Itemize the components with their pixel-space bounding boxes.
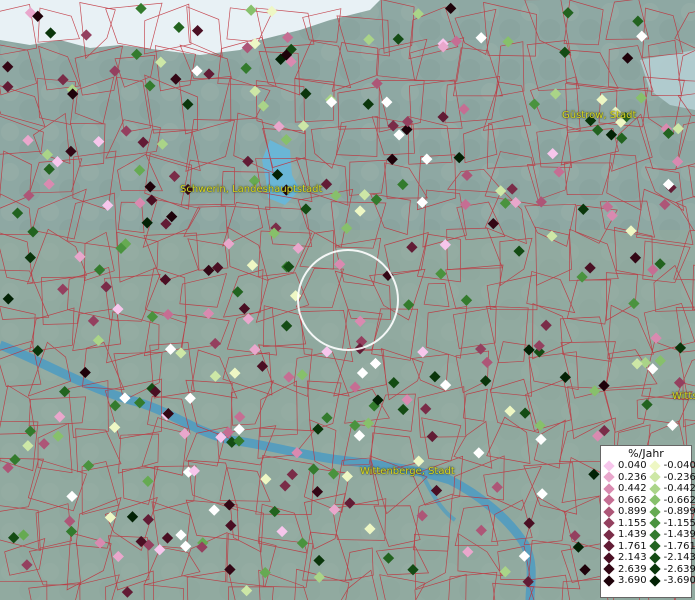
legend-value: -0.899 [663, 506, 695, 518]
legend-item: 2.143 [601, 552, 647, 564]
legend-swatch [648, 483, 661, 495]
map-canvas[interactable] [0, 0, 695, 600]
legend-swatch [603, 471, 615, 483]
legend-value: -0.040 [663, 460, 695, 472]
legend-swatch [603, 494, 615, 506]
legend-value: -0.236 [663, 471, 695, 483]
legend-item: 3.690 [601, 575, 647, 587]
legend-swatch [648, 540, 661, 552]
legend-item: 2.639 [601, 563, 647, 576]
legend-swatch [603, 506, 615, 518]
legend-value: -1.439 [663, 529, 695, 541]
legend-item: -1.439 [647, 529, 695, 541]
legend-value: 2.143 [618, 552, 647, 564]
legend-item: 1.155 [601, 517, 647, 530]
legend-item: 0.442 [601, 483, 647, 495]
legend-swatch [648, 460, 661, 472]
legend-swatch [603, 460, 615, 472]
legend-item: -1.761 [647, 540, 695, 553]
legend-swatch [603, 483, 615, 495]
legend-value: -3.690 [663, 575, 695, 587]
legend-value: 3.690 [618, 575, 647, 587]
legend-positive-column: 0.040 0.236 0.442 0.662 0.899 1.155 1.439 1.761… [601, 460, 647, 587]
legend-item: 1.439 [601, 529, 647, 541]
legend-title: %/Jahr [628, 447, 664, 460]
city-label-guestrow: Güstrow, Stadt [562, 110, 637, 121]
legend-value: 0.662 [618, 494, 647, 506]
legend-item: -0.236 [647, 471, 695, 484]
legend-swatch [648, 494, 661, 506]
legend-item: -2.143 [647, 552, 695, 564]
legend-swatch [603, 540, 615, 552]
legend-swatch [648, 529, 661, 541]
legend-swatch [603, 552, 615, 564]
legend-value: -2.639 [663, 563, 695, 575]
legend-swatch [648, 506, 661, 518]
legend-value: -2.143 [663, 552, 695, 564]
city-label-wittenberge: Wittenberge, Stadt [360, 466, 455, 477]
legend-swatch [603, 575, 615, 587]
legend-value: 0.236 [618, 471, 647, 483]
legend-value: 2.639 [618, 563, 647, 575]
legend-item: 1.761 [601, 540, 647, 553]
legend-swatch [648, 563, 661, 575]
legend-item: -0.040 [647, 460, 695, 472]
legend-item: 0.040 [601, 460, 647, 472]
city-label-witts: Witts [672, 391, 695, 402]
legend-value: -0.662 [663, 494, 695, 506]
legend-item: -0.899 [647, 506, 695, 518]
legend-value: 1.761 [618, 540, 647, 552]
legend-item: -2.639 [647, 563, 695, 576]
legend-value: 0.899 [618, 506, 647, 518]
legend-item: -1.155 [647, 517, 695, 530]
legend-item: 0.899 [601, 506, 647, 518]
legend-value: 0.442 [618, 483, 647, 495]
city-label-schwerin: Schwerin, Landeshauptstadt [180, 184, 323, 195]
legend-item: 0.236 [601, 471, 647, 484]
legend-swatch [603, 517, 615, 529]
legend-swatch [648, 471, 661, 483]
legend-swatch [648, 552, 661, 564]
legend-value: 1.155 [618, 517, 647, 529]
legend-box: %/Jahr 0.040 0.236 0.442 0.662 0.899 1.155 1.4… [600, 445, 695, 598]
legend-swatch [648, 575, 661, 587]
legend-value: 0.040 [618, 460, 647, 472]
legend-item: 0.662 [601, 494, 647, 507]
legend-item: -0.662 [647, 494, 695, 507]
legend-swatch [603, 563, 615, 575]
legend-item: -0.442 [647, 483, 695, 495]
legend-swatch [648, 517, 661, 529]
legend-negative-column: -0.040 -0.236 -0.442 -0.662 -0.899 -1.155 -1.4… [647, 460, 695, 587]
legend-item: -3.690 [647, 575, 695, 587]
legend-value: -1.155 [663, 517, 695, 529]
legend-swatch [603, 529, 615, 541]
legend-value: -1.761 [663, 540, 695, 552]
legend-value: -0.442 [663, 483, 695, 495]
legend-value: 1.439 [618, 529, 647, 541]
